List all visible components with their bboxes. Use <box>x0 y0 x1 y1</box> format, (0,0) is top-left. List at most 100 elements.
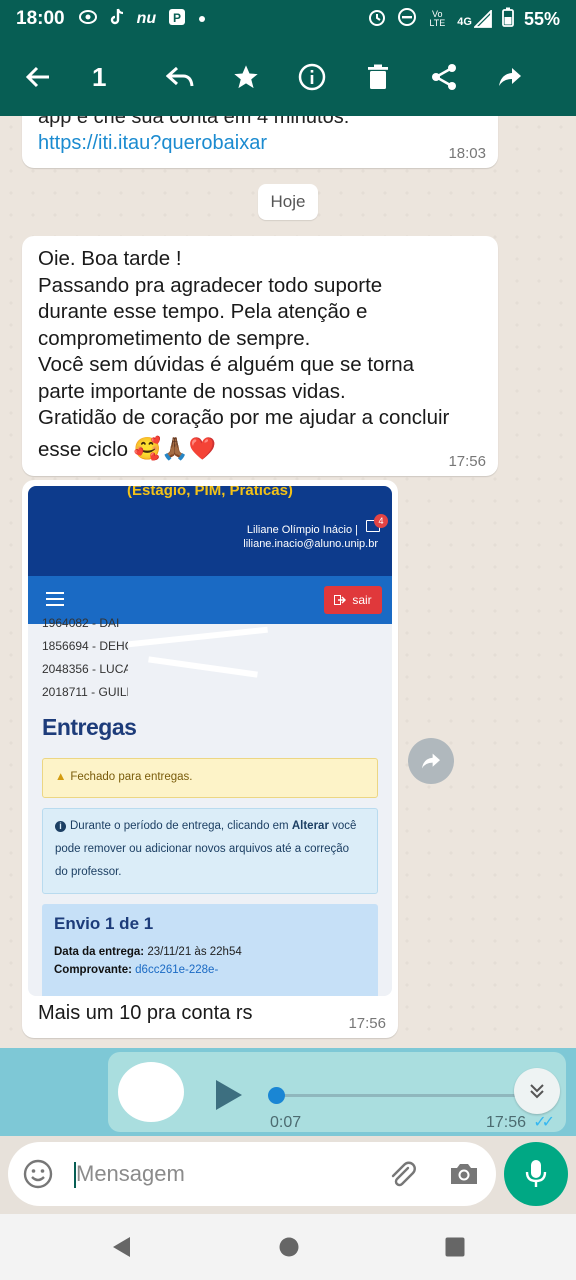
audio-duration: 0:07 <box>270 1114 302 1131</box>
nav-recents-button[interactable] <box>442 1234 468 1260</box>
image-caption: Mais um 10 pra conta rs <box>38 1002 253 1024</box>
forward-icon <box>422 753 440 769</box>
status-bar: 18:00 nu P Vo LTE 4G 55% <box>0 0 576 38</box>
back-button[interactable] <box>14 53 62 101</box>
image-attachment[interactable]: (Estágio, PIM, Práticas) Liliane Olímpio… <box>28 486 392 996</box>
network-label: 4G <box>457 16 472 28</box>
system-nav-bar <box>0 1214 576 1280</box>
info-icon: i <box>55 821 66 832</box>
reply-icon <box>166 66 194 87</box>
delete-button[interactable] <box>354 53 402 101</box>
trash-icon <box>368 64 388 89</box>
microphone-icon <box>525 1160 547 1187</box>
logout-icon <box>334 595 347 605</box>
notification-icons: nu P <box>78 8 207 31</box>
warning-text: Fechado para entregas. <box>70 771 193 783</box>
receipt-label: Comprovante: <box>54 964 132 976</box>
logout-label: sair <box>352 593 372 607</box>
hamburger-icon <box>46 592 64 606</box>
info-icon <box>298 63 326 91</box>
star-button[interactable] <box>222 53 270 101</box>
submission-card: Envio 1 de 1 Data da entrega: 23/11/21 à… <box>42 904 378 996</box>
program-banner: (Estágio, PIM, Práticas) <box>127 486 293 499</box>
nav-back-button[interactable] <box>108 1234 134 1260</box>
camera-button[interactable] <box>448 1158 480 1190</box>
scroll-to-bottom-button[interactable] <box>514 1068 560 1114</box>
message-line: esse ciclo <box>38 437 129 461</box>
dnd-icon <box>397 7 417 31</box>
message-bubble-audio[interactable]: 0:07 17:56 ✓✓ <box>108 1052 566 1132</box>
message-line: Oie. Boa tarde ! <box>38 247 182 270</box>
camera-icon <box>451 1164 477 1184</box>
forward-message-button[interactable] <box>408 738 454 784</box>
alarm-icon <box>367 7 387 31</box>
emoji-button[interactable] <box>22 1158 54 1190</box>
info-bold: Alterar <box>291 820 329 832</box>
message-emojis: 🥰🙏🏾❤️ <box>133 435 216 461</box>
message-bubble-link[interactable]: app e crie sua conta em 4 minutos: https… <box>22 116 498 168</box>
message-time: 18:03 <box>448 145 486 162</box>
message-text: app e crie sua conta em 4 minutos: <box>38 116 350 128</box>
submission-title: Envio 1 de 1 <box>54 914 154 933</box>
info-text: Durante o período de entrega, clicando e… <box>70 820 292 832</box>
message-input-container[interactable] <box>8 1142 496 1206</box>
message-line: parte importante de nossas vidas. <box>38 379 346 403</box>
date-divider: Hoje <box>258 184 318 220</box>
portal-user-email: liliane.inacio@aluno.unip.br <box>243 538 378 550</box>
circle-home-icon <box>279 1237 299 1257</box>
message-time: 17:56 <box>448 453 486 470</box>
message-input[interactable] <box>76 1156 376 1192</box>
portal-user-name: Liliane Olímpio Inácio | <box>246 524 358 536</box>
message-bubble-text[interactable]: Oie. Boa tarde ! Passando pra agradecer … <box>22 236 498 476</box>
message-bubble-image[interactable]: (Estágio, PIM, Práticas) Liliane Olímpio… <box>22 480 398 1038</box>
selection-action-bar: 1 <box>0 38 576 116</box>
share-icon <box>432 64 456 90</box>
nubank-icon: nu <box>136 10 157 27</box>
info-button[interactable] <box>288 53 336 101</box>
selected-message-highlight[interactable]: 0:07 17:56 ✓✓ <box>0 1048 576 1136</box>
system-icons: Vo LTE 4G 55% <box>367 7 560 31</box>
voice-record-button[interactable] <box>504 1142 568 1206</box>
message-link[interactable]: https://iti.itau?querobaixar <box>38 132 267 155</box>
reply-button[interactable] <box>156 53 204 101</box>
battery-icon <box>502 7 514 31</box>
warning-alert: ▲ Fechado para entregas. <box>42 758 378 798</box>
battery-level: 55% <box>523 8 560 29</box>
warning-icon: ▲ <box>55 771 67 783</box>
triangle-back-icon <box>113 1237 130 1257</box>
forward-button[interactable] <box>486 53 534 101</box>
message-line: durante esse tempo. Pela atenção e <box>38 300 368 323</box>
nav-home-button[interactable] <box>276 1234 302 1260</box>
smiley-icon <box>23 1159 53 1189</box>
paperclip-icon <box>391 1161 416 1187</box>
attach-button[interactable] <box>386 1158 418 1190</box>
svg-text:P: P <box>173 11 181 25</box>
mail-count-badge: 4 <box>374 514 388 528</box>
square-recents-icon <box>445 1237 465 1257</box>
message-line: Passando pra agradecer todo suporte <box>38 273 383 297</box>
play-icon[interactable] <box>216 1080 242 1110</box>
clock: 18:00 <box>16 8 65 29</box>
star-icon <box>234 65 258 89</box>
audio-seek-handle[interactable] <box>268 1087 285 1104</box>
whatsapp-icon <box>78 9 97 30</box>
info-alert: i Durante o período de entrega, clicando … <box>42 808 378 894</box>
chat-area[interactable]: app e crie sua conta em 4 minutos: https… <box>0 116 576 1048</box>
receipt-value: d6cc261e-228e- <box>135 964 219 976</box>
audio-progress-track[interactable] <box>276 1094 546 1097</box>
tiktok-icon <box>109 8 125 31</box>
volte-icon: Vo LTE <box>429 9 446 28</box>
redaction-scribble <box>128 624 268 704</box>
forward-icon <box>499 68 521 86</box>
avatar <box>118 1062 184 1122</box>
delivery-label: Data da entrega: <box>54 946 145 958</box>
section-title: Entregas <box>42 714 137 740</box>
read-receipt-icon: ✓✓ <box>533 1114 555 1131</box>
message-line: Gratidão de coração por me ajudar a conc… <box>38 406 450 429</box>
message-line: Você sem dúvidas é alguém que se torna <box>38 353 415 376</box>
share-button[interactable] <box>420 53 468 101</box>
message-time: 17:56 <box>348 1015 386 1032</box>
delivery-value: 23/11/21 às 22h54 <box>147 946 242 958</box>
logout-button: sair <box>324 586 382 614</box>
portal-header: (Estágio, PIM, Práticas) Liliane Olímpio… <box>28 486 392 576</box>
